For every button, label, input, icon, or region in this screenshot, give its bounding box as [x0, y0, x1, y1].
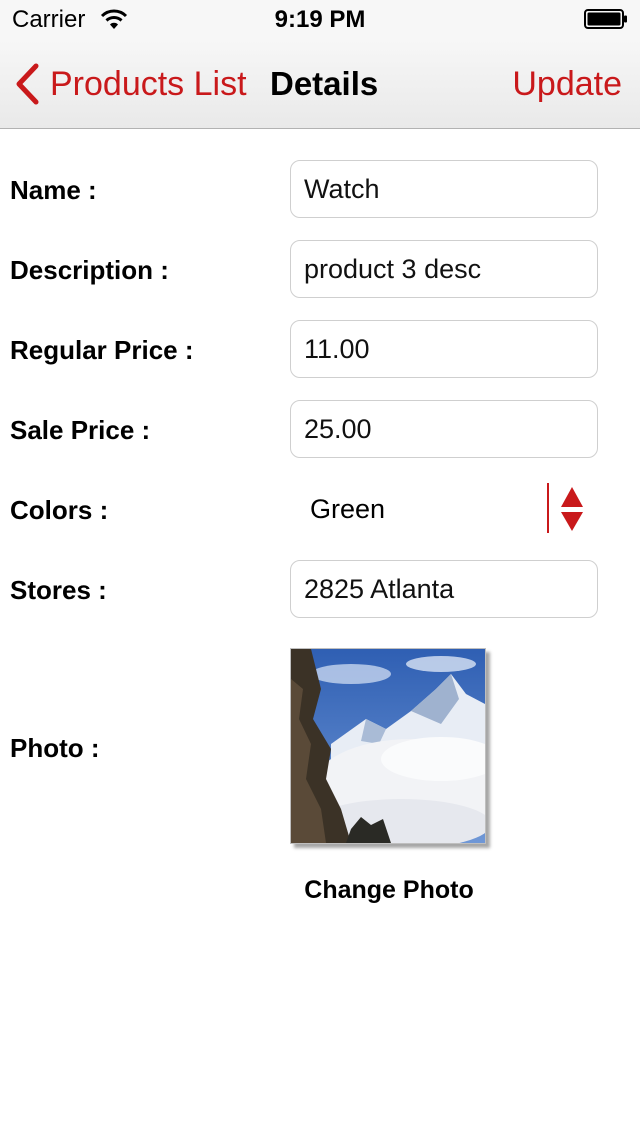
back-chevron-icon	[16, 63, 39, 105]
stores-label: Stores :	[10, 575, 107, 605]
page-title: Details	[270, 65, 379, 102]
stepper-arrows-icon[interactable]	[558, 485, 586, 533]
name-field[interactable]	[290, 160, 598, 218]
name-label: Name :	[10, 175, 97, 205]
colors-label: Colors :	[10, 495, 109, 525]
back-button-label: Products List	[50, 64, 247, 103]
description-field[interactable]	[290, 240, 598, 298]
description-label: Description :	[10, 255, 169, 285]
regular-price-field[interactable]	[290, 320, 598, 378]
color-picker-divider	[547, 483, 549, 533]
stores-field[interactable]	[290, 560, 598, 618]
change-photo-button[interactable]: Change Photo	[290, 876, 488, 905]
clock: 9:19 PM	[274, 6, 366, 33]
photo-label: Photo :	[10, 733, 100, 763]
color-picker-value[interactable]: Green	[310, 494, 385, 525]
regular-price-label: Regular Price :	[10, 335, 194, 365]
product-photo[interactable]	[290, 648, 486, 844]
back-button[interactable]: Products List	[14, 40, 247, 128]
sale-price-label: Sale Price :	[10, 415, 151, 445]
navigation-bar: Products List Details Update	[0, 40, 640, 129]
status-bar: Carrier 9:19 PM	[0, 0, 640, 40]
sale-price-field[interactable]	[290, 400, 598, 458]
battery-icon	[584, 9, 627, 29]
update-button[interactable]: Update	[512, 40, 622, 128]
mountain-photo-image	[291, 649, 485, 843]
